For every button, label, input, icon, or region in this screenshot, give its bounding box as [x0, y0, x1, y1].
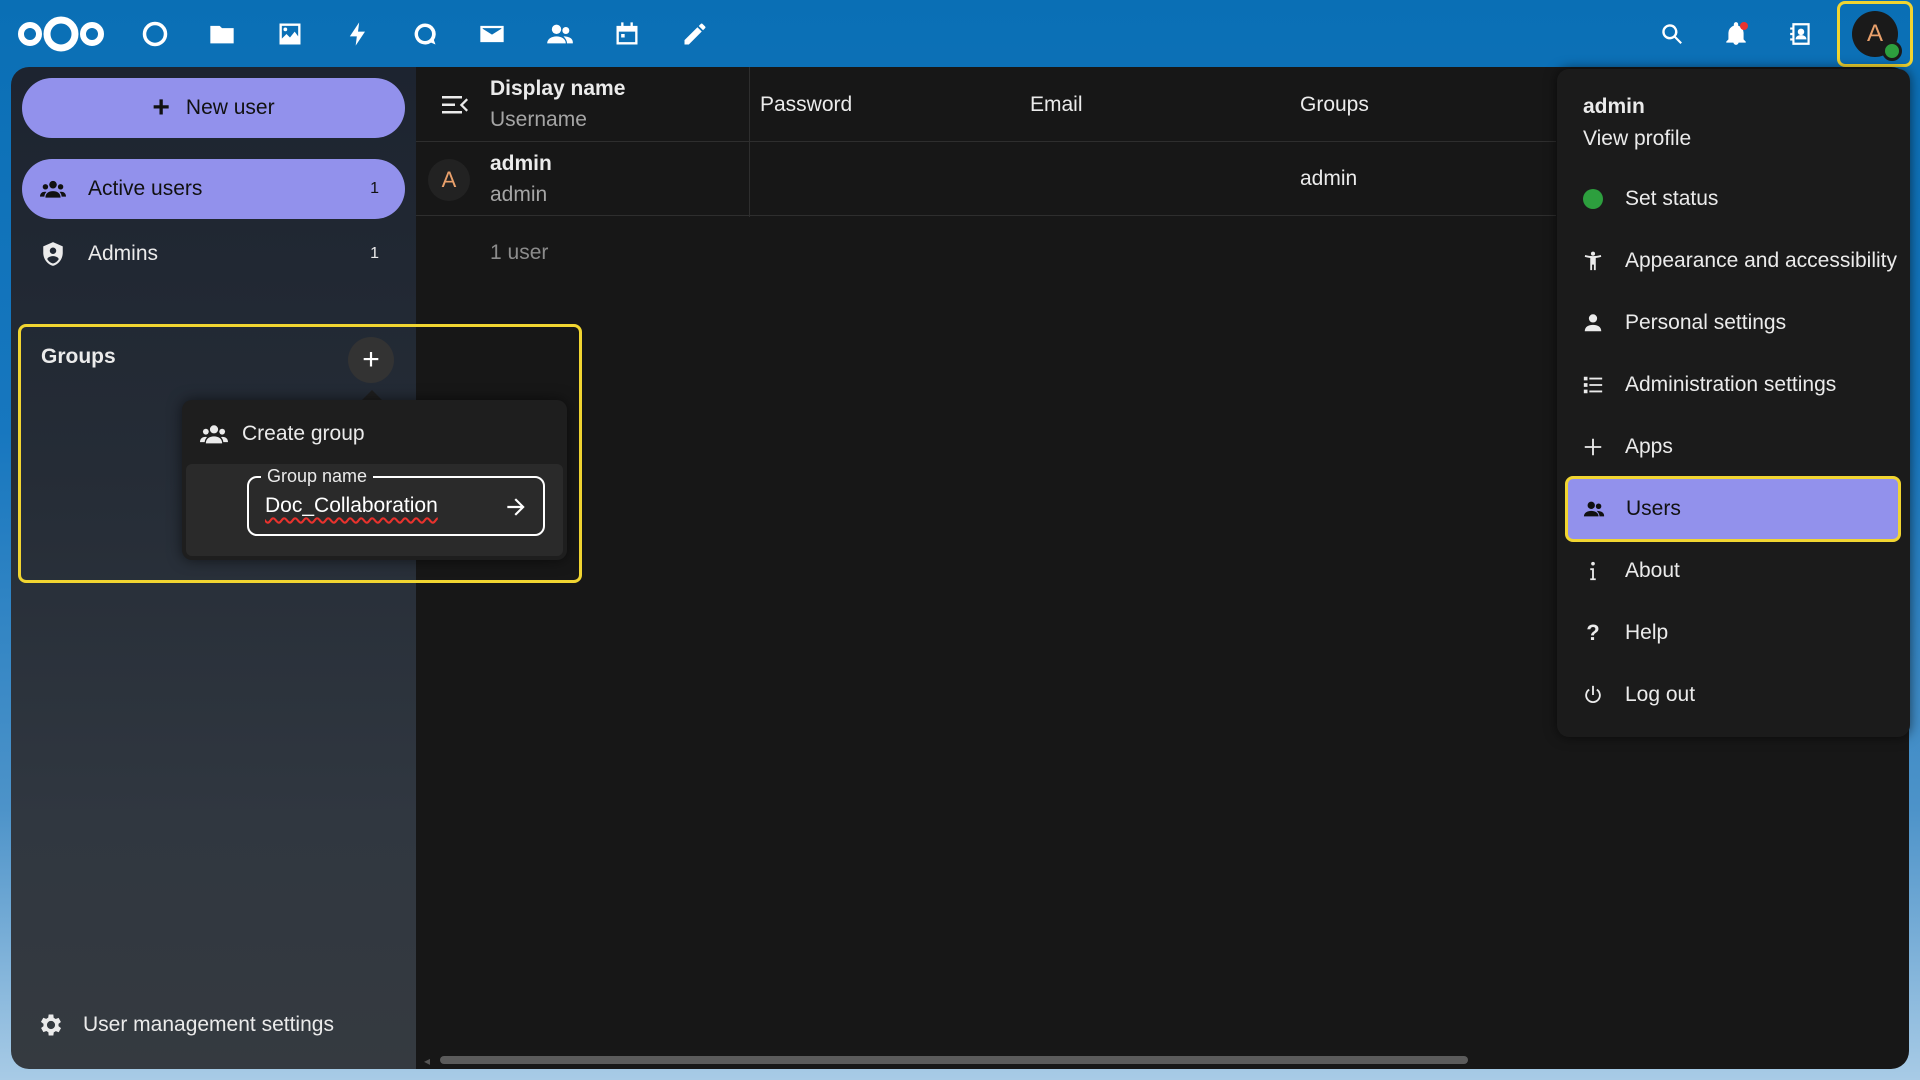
table-header: Display name Username Password Email Gro…	[416, 67, 1556, 142]
column-display-name: Display name	[490, 77, 626, 100]
menu-item-label: Set status	[1625, 187, 1719, 210]
create-group-label: Create group	[242, 422, 365, 445]
menu-item-label: Apps	[1625, 435, 1673, 458]
accessibility-icon	[1581, 249, 1605, 273]
create-group-popover: Create group Group name Doc_Collaboratio…	[182, 400, 567, 560]
menu-item-log-out[interactable]: Log out	[1567, 665, 1900, 725]
menu-user-name: admin	[1583, 95, 1645, 118]
group-name-field-row: Group name Doc_Collaboration	[186, 464, 563, 556]
gear-icon	[40, 1014, 62, 1036]
info-icon	[1581, 559, 1605, 583]
new-user-label: New user	[185, 96, 275, 119]
table-row[interactable]: A admin admin admin	[416, 142, 1556, 216]
menu-item-label: Personal settings	[1625, 311, 1787, 334]
menu-item-label: Appearance and accessibility	[1625, 249, 1897, 272]
new-user-button[interactable]: + New user	[22, 78, 405, 138]
files-app-icon[interactable]	[202, 14, 242, 54]
groups-heading: Groups	[41, 345, 116, 368]
users-group-icon	[200, 425, 228, 444]
menu-item-help[interactable]: ? Help	[1567, 603, 1900, 663]
avatar: A	[1852, 11, 1902, 61]
avatar-initial: A	[441, 167, 457, 192]
menu-item-label: Administration settings	[1625, 373, 1837, 396]
user-count-footer: 1 user	[490, 241, 549, 264]
user-menu-dropdown: admin View profile Set status Appearance…	[1557, 69, 1910, 737]
mail-app-icon[interactable]	[472, 14, 512, 54]
sidebar-item-active-users[interactable]: Active users 1	[22, 159, 405, 219]
column-username: Username	[490, 108, 587, 131]
view-profile-link[interactable]: View profile	[1583, 127, 1691, 151]
column-password: Password	[760, 93, 853, 116]
user-count-badge: 1	[370, 180, 379, 197]
power-icon	[1581, 683, 1605, 707]
avatar-initial: A	[1866, 20, 1883, 47]
question-mark-icon: ?	[1586, 620, 1600, 645]
horizontal-scrollbar[interactable]	[440, 1056, 1468, 1064]
scroll-left-arrow-icon[interactable]: ◂	[424, 1054, 430, 1068]
toggle-sidebar-icon[interactable]	[442, 95, 468, 115]
menu-item-personal-settings[interactable]: Personal settings	[1567, 293, 1900, 353]
notification-badge	[1740, 22, 1748, 30]
menu-item-label: Users	[1626, 497, 1681, 520]
contacts-menu-icon[interactable]	[1781, 14, 1821, 54]
user-management-settings-button[interactable]: User management settings	[37, 1011, 334, 1039]
arrow-right-icon[interactable]	[503, 494, 529, 520]
menu-item-label: Log out	[1625, 683, 1696, 706]
sidebar-item-label: Admins	[88, 242, 159, 265]
person-icon	[1581, 311, 1605, 335]
nextcloud-logo-icon[interactable]	[16, 12, 106, 56]
calendar-app-icon[interactable]	[607, 14, 647, 54]
menu-item-apps[interactable]: Apps	[1567, 417, 1900, 477]
online-status-icon	[1882, 41, 1902, 61]
menu-item-set-status[interactable]: Set status	[1567, 169, 1900, 229]
search-icon[interactable]	[1652, 14, 1692, 54]
admin-count-badge: 1	[370, 245, 379, 262]
menu-item-appearance[interactable]: Appearance and accessibility	[1567, 231, 1900, 291]
row-groups: admin	[1300, 167, 1358, 190]
notes-app-icon[interactable]	[675, 14, 715, 54]
notifications-bell-icon[interactable]	[1716, 14, 1756, 54]
list-settings-icon	[1581, 373, 1605, 397]
avatar: A	[428, 159, 470, 201]
menu-item-about[interactable]: About	[1567, 541, 1900, 601]
users-group-icon	[38, 174, 68, 204]
menu-item-label: About	[1625, 559, 1680, 582]
groups-section: Groups + Create group Group name Doc_Col…	[18, 324, 582, 583]
contacts-app-icon[interactable]	[540, 14, 580, 54]
column-groups: Groups	[1300, 93, 1369, 116]
add-group-button[interactable]: +	[348, 337, 394, 383]
shield-account-icon	[38, 239, 68, 269]
activity-app-icon[interactable]	[338, 14, 378, 54]
menu-item-administration-settings[interactable]: Administration settings	[1567, 355, 1900, 415]
dashboard-app-icon[interactable]	[135, 14, 175, 54]
group-name-input[interactable]: Group name Doc_Collaboration	[247, 466, 545, 536]
popover-arrow	[362, 390, 382, 400]
top-bar: A	[0, 0, 1920, 67]
sidebar-item-label: Active users	[88, 177, 203, 200]
menu-item-users[interactable]: Users	[1565, 476, 1901, 542]
column-email: Email	[1030, 93, 1083, 116]
plus-icon: +	[152, 91, 170, 124]
users-icon	[1582, 497, 1606, 521]
photos-app-icon[interactable]	[270, 14, 310, 54]
plus-icon: +	[362, 343, 380, 376]
plus-icon	[1581, 435, 1605, 459]
user-avatar-button[interactable]: A	[1837, 1, 1913, 67]
group-name-value[interactable]: Doc_Collaboration	[265, 494, 438, 518]
menu-item-label: Help	[1625, 621, 1669, 644]
talk-app-icon[interactable]	[405, 14, 445, 54]
settings-label: User management settings	[83, 1013, 334, 1036]
row-username: admin	[490, 183, 548, 206]
group-name-label: Group name	[261, 466, 374, 487]
status-online-icon	[1581, 187, 1605, 211]
sidebar-item-admins[interactable]: Admins 1	[22, 224, 405, 284]
row-display-name: admin	[490, 152, 552, 175]
create-group-title: Create group	[200, 420, 365, 448]
